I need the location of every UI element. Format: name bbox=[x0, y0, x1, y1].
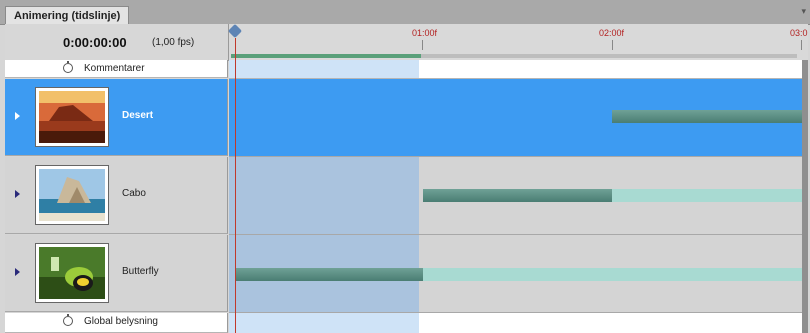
layer-name-cabo[interactable]: Cabo bbox=[122, 188, 146, 199]
panel-tab-bar: Animering (tidslinje) ▾ bbox=[0, 0, 810, 25]
layer-row-desert[interactable]: Desert bbox=[5, 79, 228, 156]
layer-duration-bar[interactable] bbox=[612, 110, 802, 123]
ruler-tick bbox=[612, 40, 613, 50]
tab-animation-timeline[interactable]: Animering (tidslinje) bbox=[5, 6, 130, 25]
global-lighting-track[interactable] bbox=[229, 313, 808, 333]
layer-name-desert[interactable]: Desert bbox=[122, 110, 153, 121]
layer-duration-bar[interactable] bbox=[423, 189, 612, 202]
comments-track[interactable] bbox=[229, 60, 808, 79]
ruler-tick bbox=[801, 40, 802, 50]
layer-name-butterfly[interactable]: Butterfly bbox=[122, 266, 159, 277]
timecode-header: 0:00:00:00 (1,00 fps) bbox=[5, 24, 229, 61]
layer-duration-bar-light[interactable] bbox=[423, 268, 802, 281]
layer-row-cabo[interactable]: Cabo bbox=[5, 157, 228, 234]
current-time[interactable]: 0:00:00:00 bbox=[63, 35, 127, 50]
track-butterfly[interactable] bbox=[229, 235, 808, 313]
stopwatch-icon[interactable] bbox=[63, 314, 73, 326]
panel-menu-icon[interactable]: ▾ bbox=[801, 6, 806, 17]
work-area-highlight bbox=[229, 157, 419, 234]
work-area-highlight bbox=[229, 60, 419, 78]
ruler-label-3: 03:0 bbox=[790, 28, 808, 38]
layer-duration-bar[interactable] bbox=[235, 268, 423, 281]
global-lighting-label: Global belysning bbox=[84, 316, 158, 327]
work-area-range[interactable] bbox=[231, 54, 421, 58]
comments-row: Kommentarer bbox=[5, 60, 228, 78]
work-area-highlight bbox=[229, 313, 419, 333]
ruler-tick bbox=[422, 40, 423, 50]
stopwatch-icon[interactable] bbox=[63, 61, 73, 73]
ruler-label-2: 02:00f bbox=[599, 28, 625, 38]
expand-triangle-icon[interactable] bbox=[15, 268, 20, 276]
playhead-line[interactable] bbox=[235, 38, 236, 333]
vertical-scrollbar[interactable] bbox=[802, 60, 808, 333]
layer-row-butterfly[interactable]: Butterfly bbox=[5, 235, 228, 312]
track-desert[interactable] bbox=[229, 79, 808, 157]
comments-label: Kommentarer bbox=[84, 63, 145, 74]
frame-rate: (1,00 fps) bbox=[152, 37, 195, 48]
expand-triangle-icon[interactable] bbox=[15, 112, 20, 120]
global-lighting-row: Global belysning bbox=[5, 313, 228, 333]
cabo-thumbnail bbox=[35, 165, 109, 225]
butterfly-thumbnail bbox=[35, 243, 109, 303]
ruler-label-1: 01:00f bbox=[412, 28, 438, 38]
desert-thumbnail bbox=[35, 87, 109, 147]
expand-triangle-icon[interactable] bbox=[15, 190, 20, 198]
layer-duration-bar-light[interactable] bbox=[612, 189, 802, 202]
time-ruler[interactable]: 01:00f 02:00f 03:0 bbox=[229, 24, 808, 61]
track-cabo[interactable] bbox=[229, 157, 808, 235]
